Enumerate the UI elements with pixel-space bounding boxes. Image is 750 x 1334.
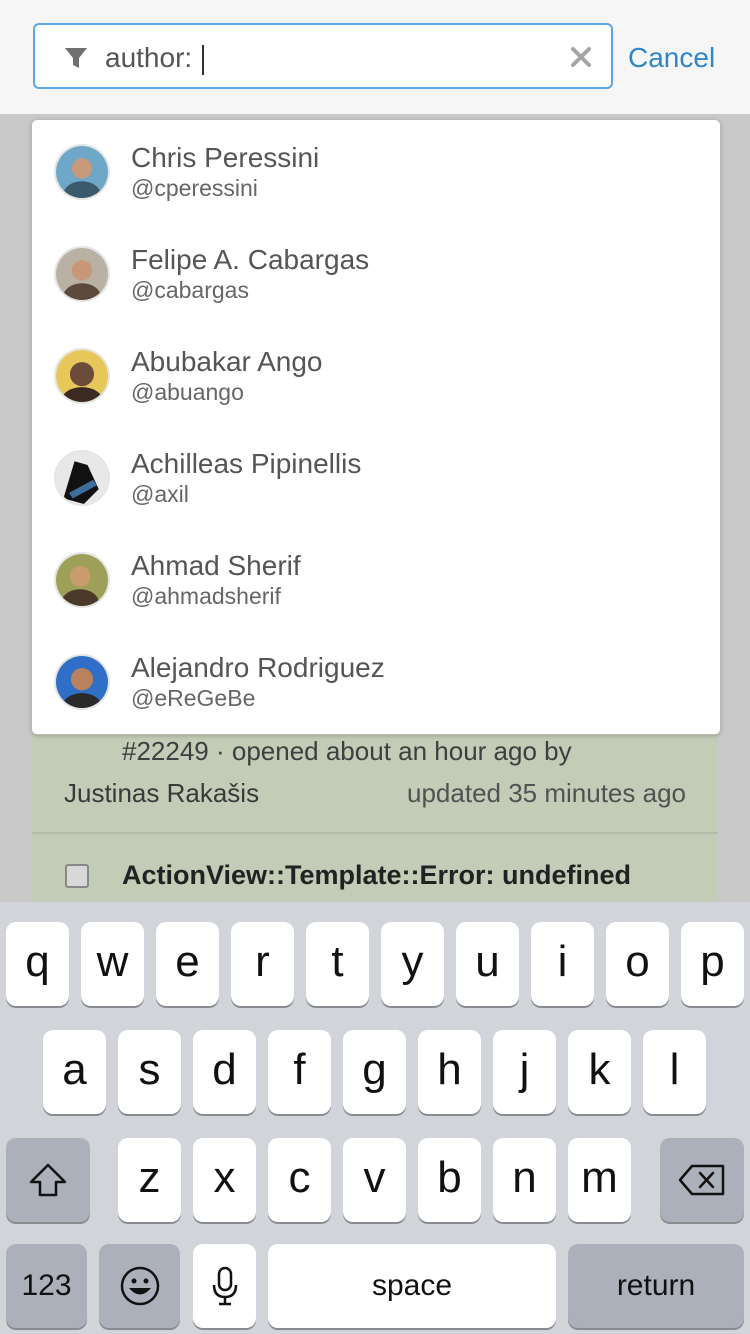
- emoji-key[interactable]: [99, 1244, 180, 1328]
- divider: [32, 832, 718, 834]
- search-field[interactable]: author:: [33, 23, 613, 89]
- search-input[interactable]: author:: [105, 41, 204, 75]
- key-a[interactable]: a: [43, 1030, 106, 1114]
- key-x[interactable]: x: [193, 1138, 256, 1222]
- key-f[interactable]: f: [268, 1030, 331, 1114]
- user-handle: @cabargas: [131, 277, 249, 303]
- user-name: Abubakar Ango: [131, 346, 323, 377]
- user-suggestion-item[interactable]: Abubakar Ango @abuango: [32, 324, 720, 426]
- user-suggestion-item[interactable]: Achilleas Pipinellis @axil: [32, 426, 720, 528]
- text-caret: [201, 44, 204, 75]
- key-e[interactable]: e: [156, 922, 219, 1006]
- backspace-key[interactable]: [660, 1138, 744, 1222]
- user-suggestion-item[interactable]: Alejandro Rodriguez @eReGeBe: [32, 630, 720, 732]
- user-name: Chris Peressini: [131, 142, 320, 173]
- key-h[interactable]: h: [418, 1030, 481, 1114]
- search-bar: author: Cancel: [0, 0, 750, 114]
- key-v[interactable]: v: [343, 1138, 406, 1222]
- key-z[interactable]: z: [118, 1138, 181, 1222]
- key-k[interactable]: k: [568, 1030, 631, 1114]
- numbers-key[interactable]: 123: [6, 1244, 87, 1328]
- user-handle: @abuango: [131, 379, 244, 405]
- filter-icon: [65, 48, 87, 68]
- user-name: Felipe A. Cabargas: [131, 244, 370, 275]
- emoji-icon: [120, 1266, 159, 1306]
- backspace-icon: [678, 1164, 725, 1196]
- issue-author[interactable]: Justinas Rakašis: [64, 778, 259, 808]
- issue-item[interactable]: #22249 · opened about an hour ago by Jus…: [32, 730, 718, 902]
- key-i[interactable]: i: [531, 922, 594, 1006]
- key-t[interactable]: t: [306, 922, 369, 1006]
- issue-title[interactable]: ActionView::Template::Error: undefined: [122, 858, 631, 892]
- key-m[interactable]: m: [568, 1138, 631, 1222]
- avatar: [54, 246, 110, 302]
- keyboard: q w e r t y u i o p a s d f g h j k l z …: [0, 902, 750, 1334]
- shift-icon: [29, 1163, 67, 1197]
- avatar: [54, 450, 110, 506]
- avatar: [54, 552, 110, 608]
- space-key[interactable]: space: [268, 1244, 556, 1328]
- shift-key[interactable]: [6, 1138, 90, 1222]
- cancel-button[interactable]: Cancel: [628, 40, 715, 76]
- key-c[interactable]: c: [268, 1138, 331, 1222]
- issue-checkbox[interactable]: [65, 864, 89, 888]
- key-d[interactable]: d: [193, 1030, 256, 1114]
- user-name: Alejandro Rodriguez: [131, 652, 385, 683]
- key-u[interactable]: u: [456, 922, 519, 1006]
- user-handle: @cperessini: [131, 175, 258, 201]
- key-y[interactable]: y: [381, 922, 444, 1006]
- key-o[interactable]: o: [606, 922, 669, 1006]
- avatar: [54, 654, 110, 710]
- key-n[interactable]: n: [493, 1138, 556, 1222]
- user-suggestion-item[interactable]: Ahmad Sherif @ahmadsherif: [32, 528, 720, 630]
- user-suggestion-item[interactable]: Felipe A. Cabargas @cabargas: [32, 222, 720, 324]
- user-name: Ahmad Sherif: [131, 550, 301, 581]
- key-j[interactable]: j: [493, 1030, 556, 1114]
- clear-icon[interactable]: [569, 45, 593, 69]
- user-name: Achilleas Pipinellis: [131, 448, 362, 479]
- avatar: [54, 348, 110, 404]
- return-key[interactable]: return: [568, 1244, 744, 1328]
- user-suggestion-item[interactable]: Chris Peressini @cperessini: [32, 120, 720, 222]
- key-s[interactable]: s: [118, 1030, 181, 1114]
- key-p[interactable]: p: [681, 922, 744, 1006]
- user-handle: @eReGeBe: [131, 685, 256, 711]
- key-g[interactable]: g: [343, 1030, 406, 1114]
- key-r[interactable]: r: [231, 922, 294, 1006]
- dictation-key[interactable]: [193, 1244, 256, 1328]
- avatar: [54, 144, 110, 200]
- issue-updated: updated 35 minutes ago: [407, 778, 686, 808]
- user-handle: @ahmadsherif: [131, 583, 281, 609]
- issue-meta: #22249 · opened about an hour ago by: [122, 736, 572, 766]
- key-l[interactable]: l: [643, 1030, 706, 1114]
- author-suggestions: Chris Peressini @cperessini Felipe A. Ca…: [31, 119, 721, 735]
- user-handle: @axil: [131, 481, 189, 507]
- key-q[interactable]: q: [6, 922, 69, 1006]
- key-w[interactable]: w: [81, 922, 144, 1006]
- microphone-icon: [212, 1266, 237, 1306]
- key-b[interactable]: b: [418, 1138, 481, 1222]
